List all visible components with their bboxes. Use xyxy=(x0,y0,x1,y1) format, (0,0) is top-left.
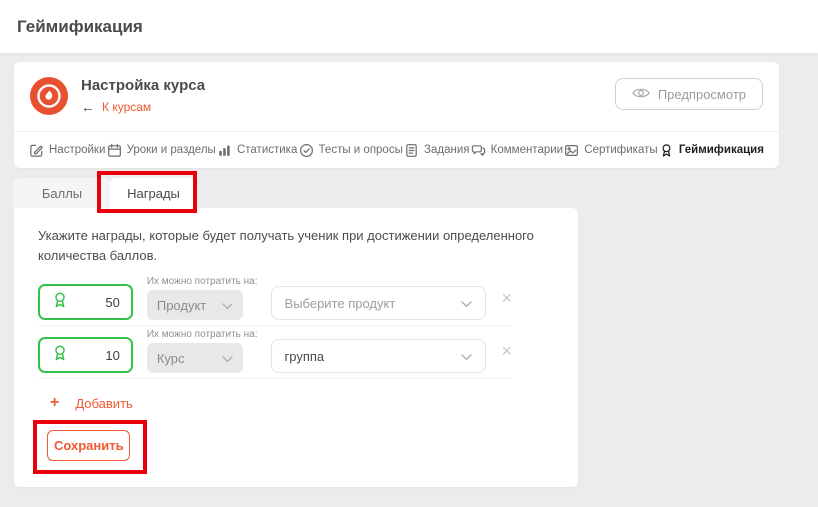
nav-item-label: Геймификация xyxy=(679,144,764,156)
reward-target-select[interactable]: Выберите продукт xyxy=(271,286,487,320)
course-meta: Настройка курса ← К курсам xyxy=(81,77,205,114)
points-value: 10 xyxy=(105,348,119,363)
page-title: Геймификация xyxy=(17,17,143,37)
nav-item-label: Тесты и опросы xyxy=(319,144,403,156)
eye-icon xyxy=(632,86,650,103)
screen: Геймификация Настройка курса ← К курсам xyxy=(0,0,818,507)
reward-row-1: 50 Их можно потратить на: Продукт Выбери… xyxy=(38,273,512,326)
nav-item-statistics[interactable]: Статистика xyxy=(217,143,297,158)
chevron-down-icon xyxy=(222,298,233,313)
nav-item-quizzes[interactable]: Тесты и опросы xyxy=(299,143,403,158)
tab-points[interactable]: Баллы xyxy=(14,178,110,208)
check-circle-icon xyxy=(299,143,314,158)
course-logo-icon xyxy=(30,77,68,115)
medal-icon xyxy=(51,291,69,314)
save-area: Сохранить xyxy=(33,420,554,474)
reward-target-value: группа xyxy=(285,349,325,364)
add-reward-label: Добавить xyxy=(75,396,132,411)
nav-item-label: Уроки и разделы xyxy=(127,144,216,156)
page-header: Геймификация xyxy=(0,0,818,53)
back-link-label: К курсам xyxy=(102,100,151,114)
spend-label: Их можно потратить на: xyxy=(147,276,258,287)
nav-item-label: Статистика xyxy=(237,144,297,156)
comments-icon xyxy=(471,143,486,158)
spend-label: Их можно потратить на: xyxy=(147,329,258,340)
reward-target-select[interactable]: группа xyxy=(271,339,487,373)
reward-row-2: 10 Их можно потратить на: Курс группа xyxy=(38,326,512,379)
nav-item-label: Комментарии xyxy=(491,144,563,156)
edit-icon xyxy=(29,143,44,158)
points-input[interactable]: 50 xyxy=(38,284,133,320)
reward-rows: 50 Их можно потратить на: Продукт Выбери… xyxy=(38,273,554,379)
course-nav: Настройки Уроки и разделы xyxy=(14,131,779,168)
certificate-icon xyxy=(564,143,579,158)
remove-row-icon[interactable]: × xyxy=(501,289,512,307)
calendar-icon xyxy=(107,143,122,158)
chevron-down-icon xyxy=(461,296,472,311)
spend-type-select[interactable]: Продукт xyxy=(147,290,243,320)
chevron-down-icon xyxy=(222,351,233,366)
tab-strip: Баллы Награды xyxy=(14,178,197,208)
spend-type-group: Их можно потратить на: Продукт xyxy=(147,276,258,320)
points-input[interactable]: 10 xyxy=(38,337,133,373)
nav-item-settings[interactable]: Настройки xyxy=(29,143,105,158)
course-settings-card: Настройка курса ← К курсам Предпросмотр xyxy=(14,62,779,168)
tab-rewards[interactable]: Награды xyxy=(110,178,197,208)
rewards-panel: Укажите награды, которые будет получать … xyxy=(14,208,578,487)
rewards-description: Укажите награды, которые будет получать … xyxy=(38,226,562,266)
spend-type-group: Их можно потратить на: Курс xyxy=(147,329,258,373)
annotation-box-save: Сохранить xyxy=(33,420,147,474)
medal-icon xyxy=(659,143,674,158)
add-reward-link[interactable]: + Добавить xyxy=(50,395,554,411)
preview-button[interactable]: Предпросмотр xyxy=(615,78,763,110)
course-title: Настройка курса xyxy=(81,77,205,94)
nav-item-label: Настройки xyxy=(49,144,105,156)
chevron-down-icon xyxy=(461,349,472,364)
nav-item-comments[interactable]: Комментарии xyxy=(471,143,563,158)
save-button[interactable]: Сохранить xyxy=(47,430,130,461)
nav-item-label: Задания xyxy=(424,144,469,156)
back-arrow-icon: ← xyxy=(81,100,95,114)
spend-type-select[interactable]: Курс xyxy=(147,343,243,373)
back-to-courses-link[interactable]: ← К курсам xyxy=(81,100,205,114)
reward-target-value: Выберите продукт xyxy=(285,296,396,311)
course-card-top: Настройка курса ← К курсам Предпросмотр xyxy=(14,62,779,115)
bar-chart-icon xyxy=(217,143,232,158)
nav-item-gamification[interactable]: Геймификация xyxy=(659,143,764,158)
nav-item-label: Сертификаты xyxy=(584,144,657,156)
medal-icon xyxy=(51,344,69,367)
nav-item-certificates[interactable]: Сертификаты xyxy=(564,143,657,158)
spend-type-value: Курс xyxy=(157,351,185,366)
spend-type-value: Продукт xyxy=(157,298,206,313)
nav-item-assignments[interactable]: Задания xyxy=(404,143,469,158)
nav-item-lessons[interactable]: Уроки и разделы xyxy=(107,143,216,158)
plus-icon: + xyxy=(50,395,59,411)
points-value: 50 xyxy=(105,295,119,310)
tasks-icon xyxy=(404,143,419,158)
preview-button-label: Предпросмотр xyxy=(658,87,746,102)
remove-row-icon[interactable]: × xyxy=(501,342,512,360)
